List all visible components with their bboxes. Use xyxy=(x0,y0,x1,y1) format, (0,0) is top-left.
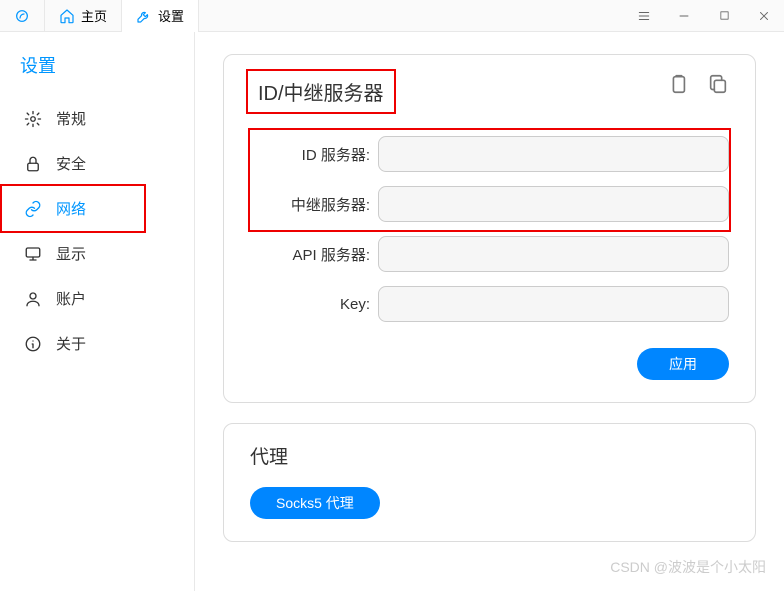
maximize-button[interactable] xyxy=(704,0,744,32)
socks5-proxy-button[interactable]: Socks5 代理 xyxy=(250,487,380,519)
id-server-input[interactable] xyxy=(378,136,729,172)
copy-button[interactable] xyxy=(707,73,729,95)
sidebar-item-label: 显示 xyxy=(56,243,86,264)
titlebar: 主页 设置 xyxy=(0,0,784,32)
app-logo-tab[interactable] xyxy=(0,0,45,32)
api-server-input[interactable] xyxy=(378,236,729,272)
sidebar-title: 设置 xyxy=(0,46,194,96)
user-icon xyxy=(24,290,42,308)
relay-server-input[interactable] xyxy=(378,186,729,222)
sidebar-item-network[interactable]: 网络 xyxy=(0,186,194,231)
content-area: ID/中继服务器 ID 服务器: 中继服务器: API 服务 xyxy=(195,32,784,591)
sidebar-item-label: 关于 xyxy=(56,333,86,354)
apply-button[interactable]: 应用 xyxy=(637,348,729,380)
card-title: 代理 xyxy=(250,442,729,469)
proxy-card: 代理 Socks5 代理 xyxy=(223,423,756,542)
menu-button[interactable] xyxy=(624,0,664,32)
tab-home-label: 主页 xyxy=(81,6,107,25)
relay-server-label: 中继服务器: xyxy=(250,194,378,215)
sidebar-item-about[interactable]: 关于 xyxy=(0,321,194,366)
sidebar-item-display[interactable]: 显示 xyxy=(0,231,194,276)
key-label: Key: xyxy=(250,296,378,313)
sidebar-item-label: 网络 xyxy=(56,198,86,219)
home-icon xyxy=(59,8,75,24)
sidebar-item-account[interactable]: 账户 xyxy=(0,276,194,321)
close-button[interactable] xyxy=(744,0,784,32)
tab-settings[interactable]: 设置 xyxy=(122,0,199,32)
paste-button[interactable] xyxy=(667,73,689,95)
minimize-button[interactable] xyxy=(664,0,704,32)
sidebar: 设置 常规 安全 网络 显示 账户 关于 xyxy=(0,32,195,591)
window-controls xyxy=(624,0,784,32)
gear-icon xyxy=(24,110,42,128)
id-server-label: ID 服务器: xyxy=(250,144,378,165)
tab-home[interactable]: 主页 xyxy=(45,0,122,32)
key-input[interactable] xyxy=(378,286,729,322)
id-relay-card: ID/中继服务器 ID 服务器: 中继服务器: API 服务 xyxy=(223,54,756,403)
sidebar-item-label: 账户 xyxy=(56,288,86,309)
sidebar-item-security[interactable]: 安全 xyxy=(0,141,194,186)
wrench-icon xyxy=(136,8,152,24)
api-server-label: API 服务器: xyxy=(250,244,378,265)
sidebar-item-general[interactable]: 常规 xyxy=(0,96,194,141)
sidebar-item-label: 安全 xyxy=(56,153,86,174)
info-icon xyxy=(24,335,42,353)
tab-settings-label: 设置 xyxy=(158,6,184,25)
lock-icon xyxy=(24,155,42,173)
rustdesk-logo-icon xyxy=(14,8,30,24)
sidebar-item-label: 常规 xyxy=(56,108,86,129)
link-icon xyxy=(24,200,42,218)
watermark: CSDN @波波是个小太阳 xyxy=(610,557,766,577)
monitor-icon xyxy=(24,245,42,263)
card-title: ID/中继服务器 xyxy=(250,73,392,110)
